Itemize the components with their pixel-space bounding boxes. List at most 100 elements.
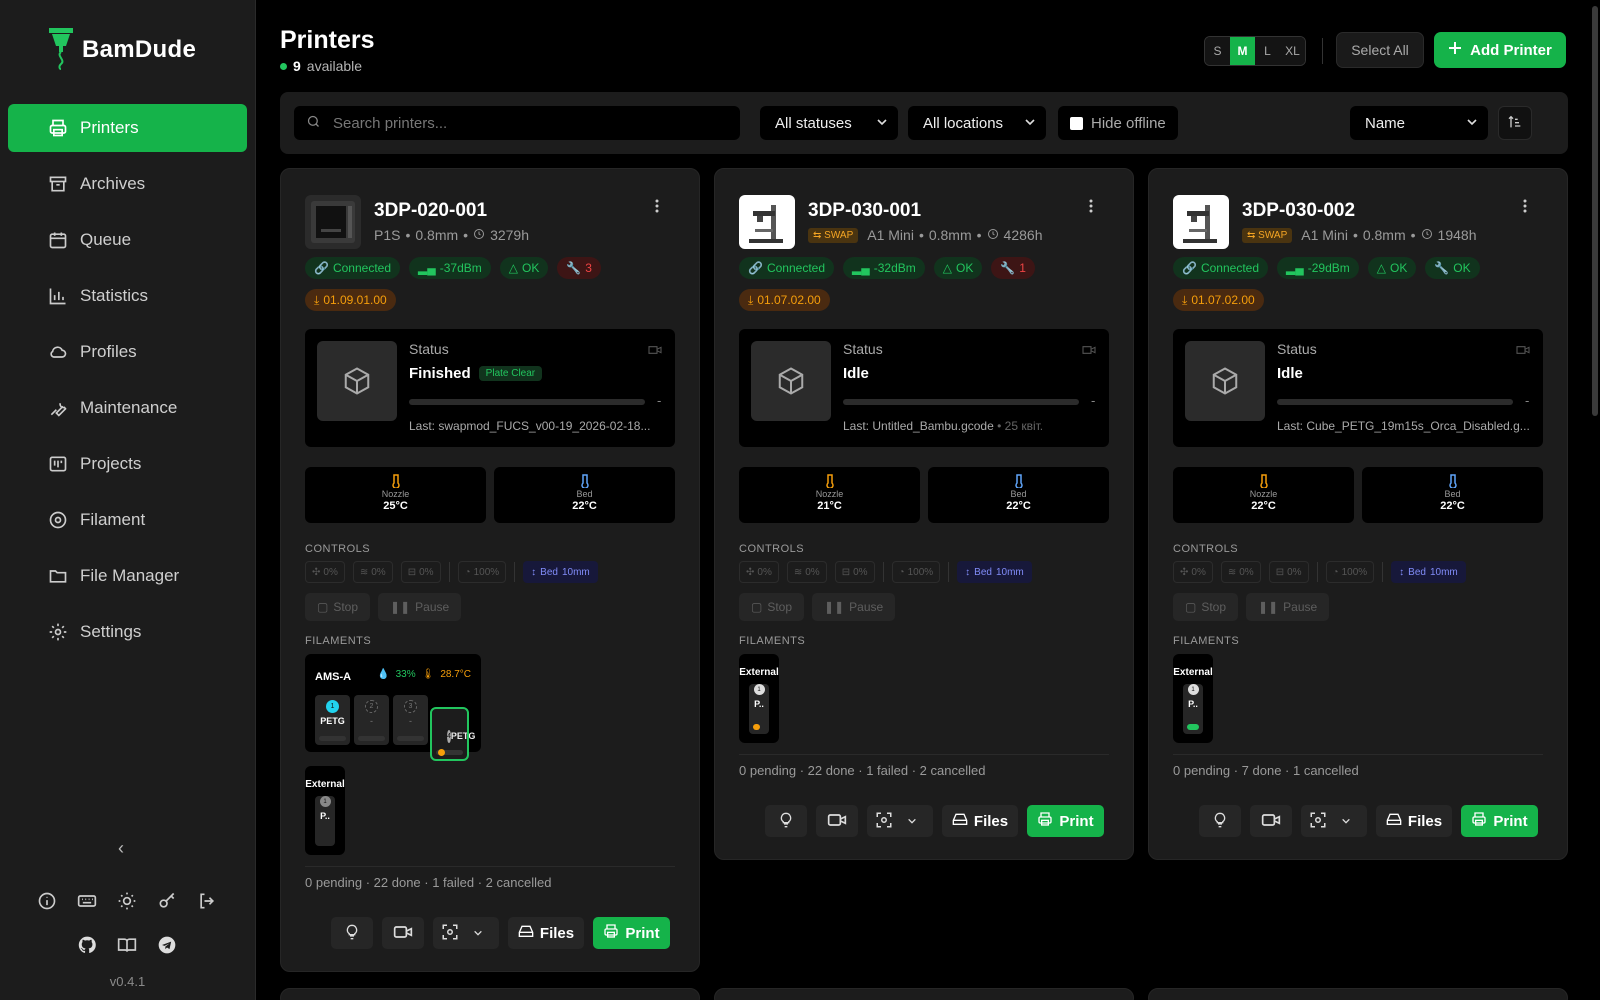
key-icon[interactable] bbox=[156, 890, 178, 912]
status-filter-select[interactable]: All statuses bbox=[760, 106, 898, 140]
status-text: Finished bbox=[409, 365, 471, 382]
hide-offline-checkbox[interactable] bbox=[1070, 116, 1083, 130]
maintenance-badge[interactable]: 🔧 3 bbox=[557, 257, 601, 279]
chamber-fan-control[interactable]: ⊟ 0% bbox=[400, 561, 441, 583]
signal-badge: ▂▄ -37dBm bbox=[409, 257, 491, 279]
more-options-button[interactable] bbox=[655, 199, 659, 213]
camera-button[interactable] bbox=[816, 805, 858, 837]
part-fan-control[interactable]: ✣ 0% bbox=[739, 561, 779, 583]
files-button[interactable]: Files bbox=[1376, 805, 1452, 837]
sidebar-item-settings[interactable]: Settings bbox=[8, 608, 247, 656]
book-icon[interactable] bbox=[116, 934, 138, 956]
printer-meta: ⇆ SWAP A1 Mini • 0.8mm • 1948h bbox=[1242, 227, 1476, 243]
light-toggle-button[interactable] bbox=[1199, 805, 1241, 837]
aux-fan-control[interactable]: ≋ 0% bbox=[786, 561, 827, 583]
sun-icon[interactable] bbox=[116, 890, 138, 912]
files-button[interactable]: Files bbox=[942, 805, 1018, 837]
info-icon[interactable] bbox=[36, 890, 58, 912]
sidebar-item-queue[interactable]: Queue bbox=[8, 216, 247, 264]
bed-move-control[interactable]: ↕ Bed 10mm bbox=[1391, 561, 1466, 583]
ams-slot[interactable]: 2- bbox=[354, 695, 389, 745]
print-button[interactable]: Print bbox=[593, 917, 670, 949]
stop-button[interactable]: ▢ Stop bbox=[739, 593, 805, 621]
maintenance-count: 3 bbox=[585, 261, 592, 275]
external-spool[interactable]: External 1 P.. bbox=[739, 654, 779, 743]
sort-direction-button[interactable] bbox=[1498, 106, 1532, 140]
location-filter-select[interactable]: All locations bbox=[908, 106, 1046, 140]
pause-icon: ❚❚ bbox=[390, 600, 411, 614]
pause-button[interactable]: ❚❚ Pause bbox=[812, 593, 896, 621]
select-all-button[interactable]: Select All bbox=[1336, 32, 1424, 68]
card-size-toggle: S M L XL bbox=[1204, 36, 1306, 66]
logo[interactable]: BamDude bbox=[46, 26, 196, 73]
sidebar-item-statistics[interactable]: Statistics bbox=[8, 272, 247, 320]
divider bbox=[305, 866, 675, 867]
keyboard-icon[interactable] bbox=[76, 890, 98, 912]
part-fan-control[interactable]: ✣ 0% bbox=[305, 561, 345, 583]
print-button[interactable]: Print bbox=[1027, 805, 1104, 837]
firmware-badge[interactable]: ⤓ 01.07.02.00 bbox=[1173, 289, 1264, 311]
size-m-button[interactable]: M bbox=[1230, 37, 1255, 65]
firmware-badge[interactable]: ⤓ 01.09.01.00 bbox=[305, 289, 396, 311]
gear-icon bbox=[48, 622, 68, 642]
speed-control[interactable]: ◔ 100% bbox=[1325, 561, 1375, 583]
hide-offline-toggle[interactable]: Hide offline bbox=[1058, 106, 1178, 140]
connection-label: Connected bbox=[1200, 261, 1259, 275]
logout-icon[interactable] bbox=[196, 890, 218, 912]
size-l-button[interactable]: L bbox=[1255, 37, 1280, 65]
sidebar-item-maintenance[interactable]: Maintenance bbox=[8, 384, 247, 432]
chevron-down-icon[interactable] bbox=[907, 813, 917, 829]
aux-fan-control[interactable]: ≋ 0% bbox=[1220, 561, 1261, 583]
collapse-sidebar-button[interactable]: ‹ bbox=[118, 838, 124, 859]
scrollbar[interactable] bbox=[1592, 6, 1598, 416]
stop-button[interactable]: ▢ Stop bbox=[305, 593, 371, 621]
files-button[interactable]: Files bbox=[508, 917, 584, 949]
camera-button[interactable] bbox=[382, 917, 424, 949]
maintenance-badge[interactable]: 🔧 1 bbox=[991, 257, 1035, 279]
sort-select[interactable]: Name bbox=[1350, 106, 1488, 140]
more-options-button[interactable] bbox=[1523, 199, 1527, 213]
more-options-button[interactable] bbox=[1089, 199, 1093, 213]
stop-button[interactable]: ▢ Stop bbox=[1173, 593, 1239, 621]
sidebar-item-archives[interactable]: Archives bbox=[8, 160, 247, 208]
speed-control[interactable]: ◔ 100% bbox=[457, 561, 507, 583]
chevron-down-icon[interactable] bbox=[473, 925, 483, 941]
maintenance-badge[interactable]: 🔧 OK bbox=[1425, 257, 1480, 279]
ams-slot[interactable]: 3- bbox=[393, 695, 428, 745]
add-printer-button[interactable]: Add Printer bbox=[1434, 32, 1566, 68]
search-input[interactable]: Search printers... bbox=[294, 106, 740, 140]
pause-button[interactable]: ❚❚ Pause bbox=[378, 593, 462, 621]
inspect-button[interactable] bbox=[867, 805, 933, 837]
sidebar-item-printers[interactable]: Printers bbox=[8, 104, 247, 152]
github-icon[interactable] bbox=[76, 934, 98, 956]
bed-move-control[interactable]: ↕ Bed 10mm bbox=[957, 561, 1032, 583]
external-spool[interactable]: External 1 P.. bbox=[1173, 654, 1213, 743]
chevron-down-icon[interactable] bbox=[1341, 813, 1351, 829]
size-xl-button[interactable]: XL bbox=[1280, 37, 1305, 65]
firmware-badge[interactable]: ⤓ 01.07.02.00 bbox=[739, 289, 830, 311]
size-s-button[interactable]: S bbox=[1205, 37, 1230, 65]
chamber-fan-control[interactable]: ⊟ 0% bbox=[1268, 561, 1309, 583]
sidebar-item-projects[interactable]: Projects bbox=[8, 440, 247, 488]
telegram-icon[interactable] bbox=[156, 934, 178, 956]
sidebar-item-filament[interactable]: Filament bbox=[8, 496, 247, 544]
inspect-button[interactable] bbox=[1301, 805, 1367, 837]
external-spool[interactable]: External 1 P.. bbox=[305, 766, 345, 855]
status-text: Idle bbox=[1277, 365, 1303, 382]
print-button[interactable]: Print bbox=[1461, 805, 1538, 837]
light-toggle-button[interactable] bbox=[765, 805, 807, 837]
part-fan-control[interactable]: ✣ 0% bbox=[1173, 561, 1213, 583]
ams-slot-active[interactable]: 4 PETG bbox=[430, 707, 475, 761]
sidebar-item-file-manager[interactable]: File Manager bbox=[8, 552, 247, 600]
speed-control[interactable]: ◔ 100% bbox=[891, 561, 941, 583]
bed-label: Bed bbox=[1444, 489, 1461, 499]
light-toggle-button[interactable] bbox=[331, 917, 373, 949]
camera-button[interactable] bbox=[1250, 805, 1292, 837]
chamber-fan-control[interactable]: ⊟ 0% bbox=[834, 561, 875, 583]
sidebar-item-profiles[interactable]: Profiles bbox=[8, 328, 247, 376]
pause-button[interactable]: ❚❚ Pause bbox=[1246, 593, 1330, 621]
inspect-button[interactable] bbox=[433, 917, 499, 949]
aux-fan-control[interactable]: ≋ 0% bbox=[352, 561, 393, 583]
bed-move-control[interactable]: ↕ Bed 10mm bbox=[523, 561, 598, 583]
ams-slot[interactable]: 1 PETG bbox=[315, 695, 350, 745]
